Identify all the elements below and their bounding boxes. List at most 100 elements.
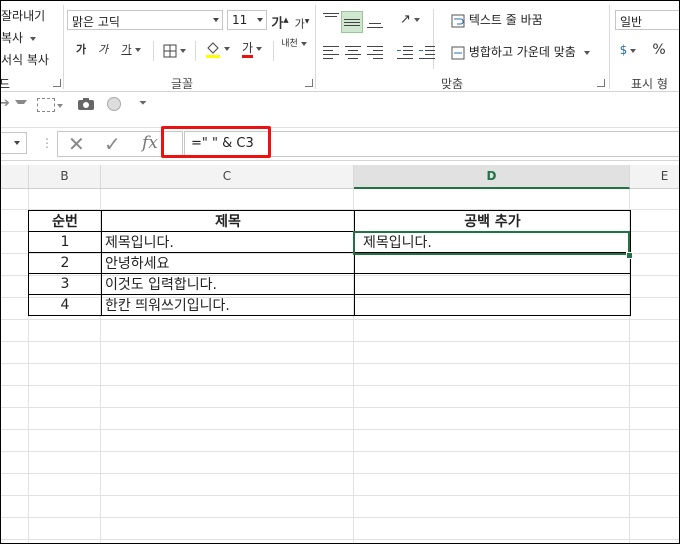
number-group-label: 표시 형 [631,77,668,91]
copy-button[interactable]: 복사 [1,29,36,46]
fill-color-button[interactable] [201,39,233,59]
copy-label: 복사 [1,31,24,45]
chevron-down-icon [256,46,263,51]
percent-button[interactable]: % [651,41,667,61]
ribbon: 잘라내기 복사 서식 복사 드 맑은 고딕 11 가▲ 가▼ 가 가 가 가 내… [1,1,679,92]
orientation-button[interactable]: ↗ [395,11,425,31]
bottom-align-icon[interactable] [367,17,383,31]
chevron-down-icon [583,50,590,55]
formula-highlight-box [161,126,271,158]
more-options-icon[interactable]: ⋮ [41,136,53,150]
cell[interactable]: 안녕하세요 [101,252,355,274]
data-table: 순번 제목 공백 추가 1 제목입니다. 제목입니다. 2 안녕하세요 3 이것… [28,210,631,316]
enter-icon[interactable]: ✓ [104,132,121,156]
font-name-value: 맑은 고딕 [72,15,120,29]
borders-button[interactable] [159,41,189,61]
chevron-down-icon [630,48,637,53]
cell[interactable]: 3 [28,273,102,295]
phonetic-label: 내천 [281,39,298,49]
divider [433,9,434,69]
cut-button[interactable]: 잘라내기 [1,7,45,24]
cell[interactable] [354,294,631,316]
camera-icon[interactable] [77,97,95,111]
cell[interactable]: 1 [28,231,102,253]
top-align-icon[interactable] [323,13,339,27]
chevron-down-icon [213,18,219,22]
middle-align-button[interactable] [341,11,363,33]
formula-bar: ⋮ ✕ ✓ fx =" " & C3 [1,127,679,161]
chevron-down-icon [14,141,20,145]
align-center-icon[interactable] [345,45,361,59]
merge-center-label: 병합하고 가운데 맞춤 [468,45,576,59]
chevron-down-icon[interactable] [15,100,27,104]
accounting-format-button[interactable]: $ [615,41,641,61]
table-row: 3 이것도 입력합니다. [28,273,631,295]
column-header-e[interactable]: E [630,165,679,189]
align-right-icon[interactable] [367,45,383,59]
chevron-down-icon [223,46,230,51]
insert-function-icon[interactable]: fx [142,133,158,153]
shrink-font-button[interactable]: 가▼ [293,13,311,33]
chevron-down-icon[interactable] [57,104,63,108]
format-painter-button[interactable]: 서식 복사 [1,51,49,68]
arrow-right-icon[interactable]: ➔ [1,96,10,111]
cell[interactable] [354,273,631,295]
column-header-b[interactable]: B [29,165,101,189]
divider [195,41,196,61]
divider [609,5,610,89]
font-name-select[interactable]: 맑은 고딕 [67,10,223,30]
active-cell-d3[interactable] [353,231,630,255]
underline-button[interactable]: 가 [117,41,145,61]
phonetic-button[interactable]: 내천 [279,39,309,59]
divider [153,41,154,61]
chevron-down-icon [257,18,263,22]
name-box[interactable] [1,132,27,154]
increase-indent-icon[interactable] [419,45,435,59]
format-painter-label: 서식 복사 [1,53,49,67]
alignment-launcher-icon[interactable] [597,79,605,87]
cut-label: 잘라내기 [1,9,46,23]
align-left-icon[interactable] [323,45,339,59]
divider [273,41,274,61]
number-format-select[interactable]: 일반 [615,10,679,30]
cell[interactable]: 한칸 띄워쓰기입니다. [101,294,355,316]
middle-align-icon [344,15,360,29]
column-header-c[interactable]: C [101,165,354,189]
decrease-indent-icon[interactable] [397,45,413,59]
clipboard-launcher-icon[interactable] [53,79,61,87]
table-row: 4 한칸 띄워쓰기입니다. [28,294,631,316]
merge-center-button[interactable]: 병합하고 가운데 맞춤 [451,43,590,60]
customize-toolbar-icon[interactable]: ⏷ [139,98,147,109]
grow-font-button[interactable]: 가▲ [271,11,289,31]
wrap-text-label: 텍스트 줄 바꿈 [468,13,543,27]
chevron-down-icon [179,48,186,53]
header-cell-number[interactable]: 순번 [28,210,102,232]
cell[interactable]: 제목입니다. [101,231,355,253]
font-color-button[interactable]: 가 [237,39,267,59]
record-icon[interactable] [107,97,121,111]
cell[interactable] [354,252,631,274]
header-cell-add-space[interactable]: 공백 추가 [354,210,631,232]
cell[interactable]: 2 [28,252,102,274]
select-objects-icon[interactable] [37,98,55,112]
font-size-value: 11 [232,13,248,27]
header-cell-title[interactable]: 제목 [101,210,355,232]
wrap-text-icon [451,14,465,27]
select-all-corner[interactable] [1,165,29,189]
font-launcher-icon[interactable] [305,79,313,87]
font-color-label: 가 [241,41,254,58]
bold-button[interactable]: 가 [73,41,89,61]
chevron-down-icon [413,17,420,22]
font-size-select[interactable]: 11 [227,10,267,30]
cell[interactable]: 이것도 입력합니다. [101,273,355,295]
copy-dropdown-icon[interactable] [29,36,36,41]
column-header-d[interactable]: D [354,165,630,189]
quick-access-toolbar: ➔ ⏷ [1,92,679,118]
cell[interactable]: 4 [28,294,102,316]
italic-button[interactable]: 가 [95,41,111,61]
underline-label: 가 [121,43,132,56]
cancel-icon[interactable]: ✕ [68,132,85,156]
fill-handle[interactable] [626,252,633,259]
chevron-down-icon [134,48,141,52]
wrap-text-button[interactable]: 텍스트 줄 바꿈 [451,11,543,28]
